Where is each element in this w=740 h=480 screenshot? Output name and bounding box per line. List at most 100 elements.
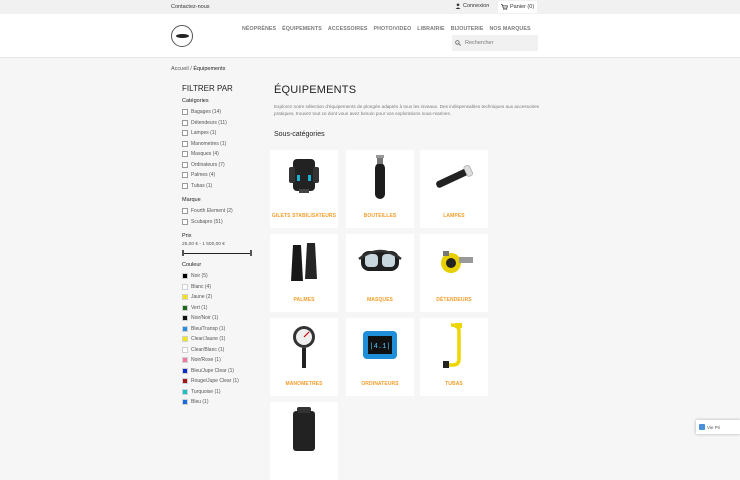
subcategory-label[interactable]: TUBAS [420, 381, 488, 387]
filter-option[interactable]: Palmes (4) [182, 170, 262, 181]
filters-sidebar: FILTRER PAR Catégories Bagages (14) Déte… [182, 84, 262, 414]
checkbox[interactable] [182, 161, 188, 168]
filter-option[interactable]: Bleu/Jupe Clear (1) [182, 366, 262, 377]
fins-icon[interactable] [279, 237, 329, 287]
filter-option[interactable]: Manometres (1) [182, 139, 262, 150]
search-input[interactable]: Rechercher [465, 40, 493, 46]
checkbox[interactable] [182, 172, 188, 179]
filter-option[interactable]: Rouge/Jupe Clear (1) [182, 376, 262, 387]
filter-option[interactable]: Ordinateurs (7) [182, 160, 262, 171]
subcategory-card[interactable]: PALMES [270, 234, 338, 312]
filter-option[interactable]: Détendeurs (11) [182, 118, 262, 129]
filter-option[interactable]: Bleu/Transp (1) [182, 324, 262, 335]
subcategory-label[interactable]: GILETS STABILISATEURS [270, 213, 338, 219]
search-box[interactable]: Rechercher [452, 35, 538, 51]
filter-option[interactable]: Bagages (14) [182, 107, 262, 118]
regulator-icon[interactable] [429, 237, 479, 287]
color-swatch[interactable] [182, 346, 188, 353]
nav-item-bijouterie[interactable]: BIJOUTERIE [451, 26, 484, 32]
bcd-vest-icon[interactable] [279, 153, 329, 203]
color-swatch[interactable] [182, 315, 188, 322]
color-swatch[interactable] [182, 325, 188, 332]
filter-option[interactable]: Fourth Element (2) [182, 206, 262, 217]
checkbox[interactable] [182, 140, 188, 147]
checkbox[interactable] [182, 208, 188, 215]
filter-option[interactable]: Noir (5) [182, 271, 262, 282]
nav-item-equipements[interactable]: ÉQUIPEMENTS [282, 26, 322, 32]
filter-option[interactable]: Masques (4) [182, 149, 262, 160]
filter-option[interactable]: Noir/Rose (1) [182, 355, 262, 366]
tank-icon[interactable] [355, 153, 405, 203]
subcategory-card[interactable]: MANOMETRES [270, 318, 338, 396]
filter-option[interactable]: Blanc (4) [182, 282, 262, 293]
contact-link[interactable]: Contactez-nous [171, 4, 210, 10]
subcategory-card[interactable]: BOUTEILLES [346, 150, 414, 228]
filter-option[interactable]: Bleu (1) [182, 397, 262, 408]
subcategory-label[interactable]: BOUTEILLES [346, 213, 414, 219]
filter-option[interactable]: Lampes (1) [182, 128, 262, 139]
checkbox[interactable] [182, 119, 188, 126]
color-swatch[interactable] [182, 273, 188, 280]
filter-option[interactable]: Clear/Blanc (1) [182, 345, 262, 356]
login-label: Connexion [463, 3, 490, 9]
gauge-icon[interactable] [279, 321, 329, 371]
login-link[interactable]: Connexion [455, 3, 489, 9]
checkbox[interactable] [182, 218, 188, 225]
color-swatch[interactable] [182, 304, 188, 311]
filter-option[interactable]: Vert (1) [182, 303, 262, 314]
filter-option-label: Bagages (14) [191, 109, 222, 116]
color-swatch[interactable] [182, 357, 188, 364]
filter-option[interactable]: Tubas (1) [182, 181, 262, 192]
dive-computer-icon[interactable]: |4.1| [355, 321, 405, 371]
price-slider[interactable] [182, 250, 252, 256]
recaptcha-badge[interactable]: Vie Pri [696, 420, 740, 434]
filter-option[interactable]: Scubapro (51) [182, 217, 262, 228]
bag-icon[interactable] [279, 405, 329, 455]
color-swatch[interactable] [182, 378, 188, 385]
filter-option[interactable]: Jaune (2) [182, 292, 262, 303]
subcategory-card[interactable]: TUBAS [420, 318, 488, 396]
color-swatch[interactable] [182, 336, 188, 343]
filter-option[interactable]: Turquoise (1) [182, 387, 262, 398]
filter-option[interactable]: Clear/Jaune (1) [182, 334, 262, 345]
subcategory-card[interactable]: MASQUES [346, 234, 414, 312]
subcategory-label[interactable]: PALMES [270, 297, 338, 303]
checkbox[interactable] [182, 130, 188, 137]
subcategory-card[interactable]: GILETS STABILISATEURS [270, 150, 338, 228]
slider-handle-max[interactable] [250, 250, 252, 256]
nav-item-neoprenes[interactable]: NÉOPRÈNES [242, 26, 276, 32]
filter-option-label: Manometres (1) [191, 140, 227, 147]
subcategory-label[interactable]: DÉTENDEURS [420, 297, 488, 303]
subcategory-card[interactable]: |4.1| ORDINATEURS [346, 318, 414, 396]
subcategory-card[interactable]: LAMPES [420, 150, 488, 228]
mask-icon[interactable] [355, 237, 405, 287]
svg-text:|4.1|: |4.1| [369, 343, 390, 351]
subcategory-card[interactable] [270, 402, 338, 480]
nav-item-nos-marques[interactable]: NOS MARQUES [489, 26, 530, 32]
subcategory-label[interactable]: MASQUES [346, 297, 414, 303]
color-swatch[interactable] [182, 388, 188, 395]
subcategory-label[interactable]: ORDINATEURS [346, 381, 414, 387]
color-swatch[interactable] [182, 367, 188, 374]
main-content: ÉQUIPEMENTS Explorez notre sélection d'é… [274, 84, 544, 138]
subcategory-label[interactable]: MANOMETRES [270, 381, 338, 387]
dive-light-icon[interactable] [429, 153, 479, 203]
color-swatch[interactable] [182, 283, 188, 290]
checkbox[interactable] [182, 151, 188, 158]
color-swatch[interactable] [182, 294, 188, 301]
color-swatch[interactable] [182, 399, 188, 406]
checkbox[interactable] [182, 109, 188, 116]
filter-group-title: Couleur [182, 262, 202, 268]
checkbox[interactable] [182, 182, 188, 189]
filter-option[interactable]: Noir/Noir (1) [182, 313, 262, 324]
site-logo[interactable] [171, 25, 193, 47]
subcategory-card[interactable]: DÉTENDEURS [420, 234, 488, 312]
nav-item-photo-video[interactable]: PHOTO/VIDEO [374, 26, 412, 32]
nav-item-librairie[interactable]: LIBRAIRIE [417, 26, 444, 32]
subcategory-label[interactable]: LAMPES [420, 213, 488, 219]
snorkel-icon[interactable] [429, 321, 479, 371]
slider-handle-min[interactable] [182, 250, 184, 256]
nav-item-accessoires[interactable]: ACCESSOIRES [328, 26, 368, 32]
cart-link[interactable]: Panier (0) [498, 1, 538, 13]
breadcrumb-home[interactable]: Accueil [171, 66, 189, 72]
